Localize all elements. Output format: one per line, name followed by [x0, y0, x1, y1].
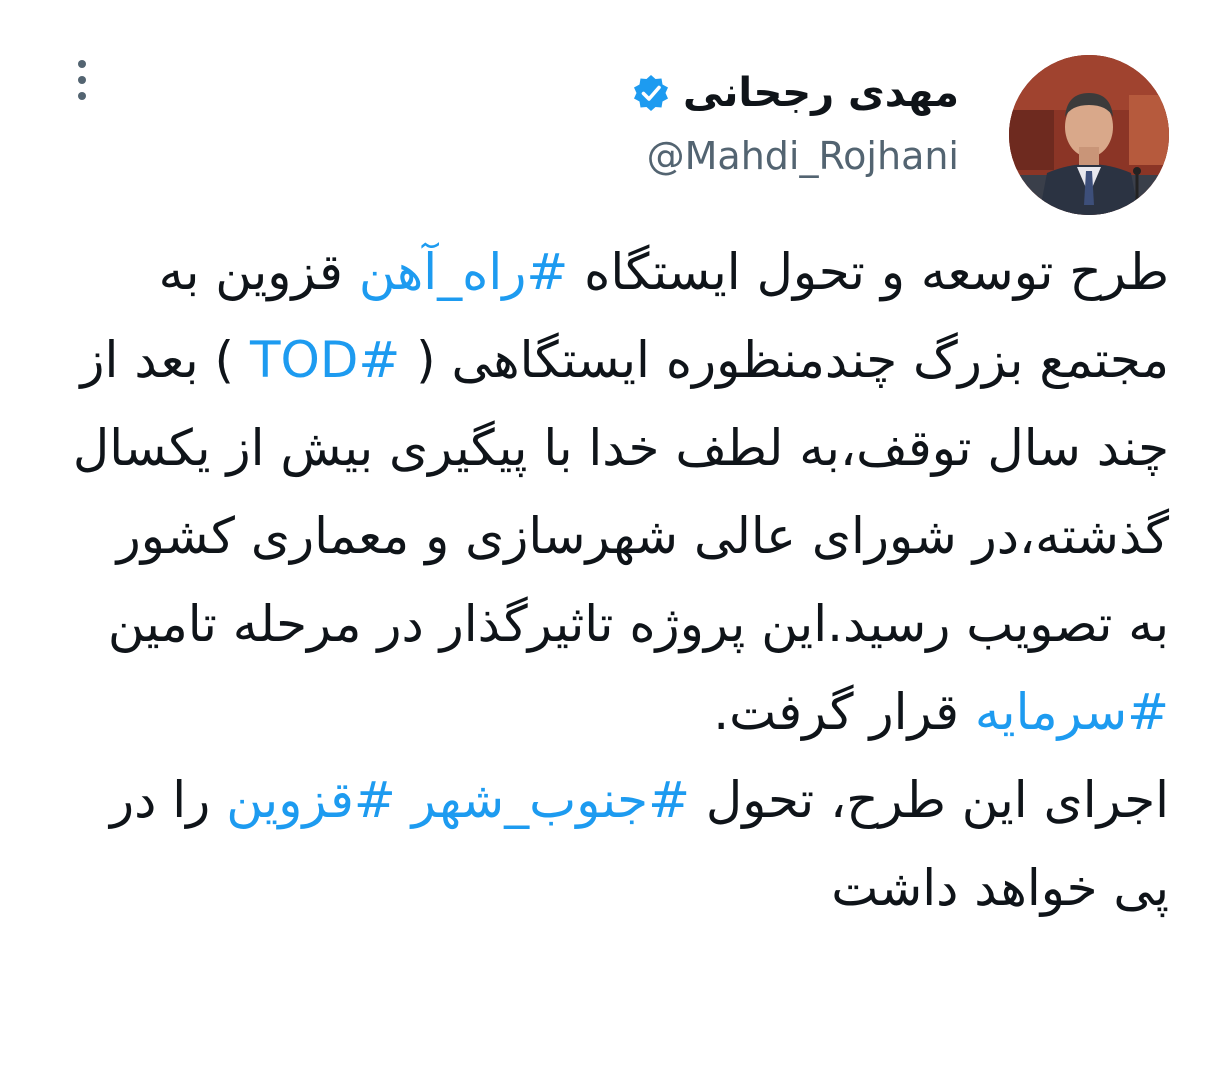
tweet-paragraph-2: اجرای این طرح، تحول #جنوب_شهر #قزوین را … [60, 756, 1169, 932]
author-handle[interactable]: @Mahdi_Rojhani [631, 137, 959, 175]
author-names: مهدی رجحانی @Mahdi_Rojhani [631, 63, 959, 175]
display-name[interactable]: مهدی رجحانی [683, 73, 959, 113]
hashtag-link[interactable]: #قزوین [226, 771, 396, 829]
tweet-text-segment: طرح توسعه و تحول ایستگاه [568, 243, 1169, 301]
tweet-paragraph-1: طرح توسعه و تحول ایستگاه #راه_آهن قزوین … [60, 228, 1169, 756]
tweet-text: طرح توسعه و تحول ایستگاه #راه_آهن قزوین … [60, 228, 1169, 932]
verified-badge-icon [631, 73, 671, 113]
tweet-text-segment: قرار گرفت. [713, 683, 959, 741]
tweet-card: مهدی رجحانی @Mahdi_Rojhani طرح توسعه و ت… [0, 0, 1219, 1079]
hashtag-link[interactable]: #راه_آهن [359, 243, 568, 301]
hashtag-link[interactable]: #جنوب_شهر [412, 771, 690, 829]
tweet-header: مهدی رجحانی @Mahdi_Rojhani [50, 55, 1169, 215]
hashtag-link[interactable]: #TOD [250, 331, 400, 389]
more-options-icon[interactable] [70, 60, 94, 110]
display-name-row: مهدی رجحانی [631, 63, 959, 123]
hashtag-link[interactable]: #سرمایه [975, 683, 1169, 741]
tweet-text-segment: اجرای این طرح، تحول [689, 771, 1169, 829]
avatar[interactable] [1009, 55, 1169, 215]
